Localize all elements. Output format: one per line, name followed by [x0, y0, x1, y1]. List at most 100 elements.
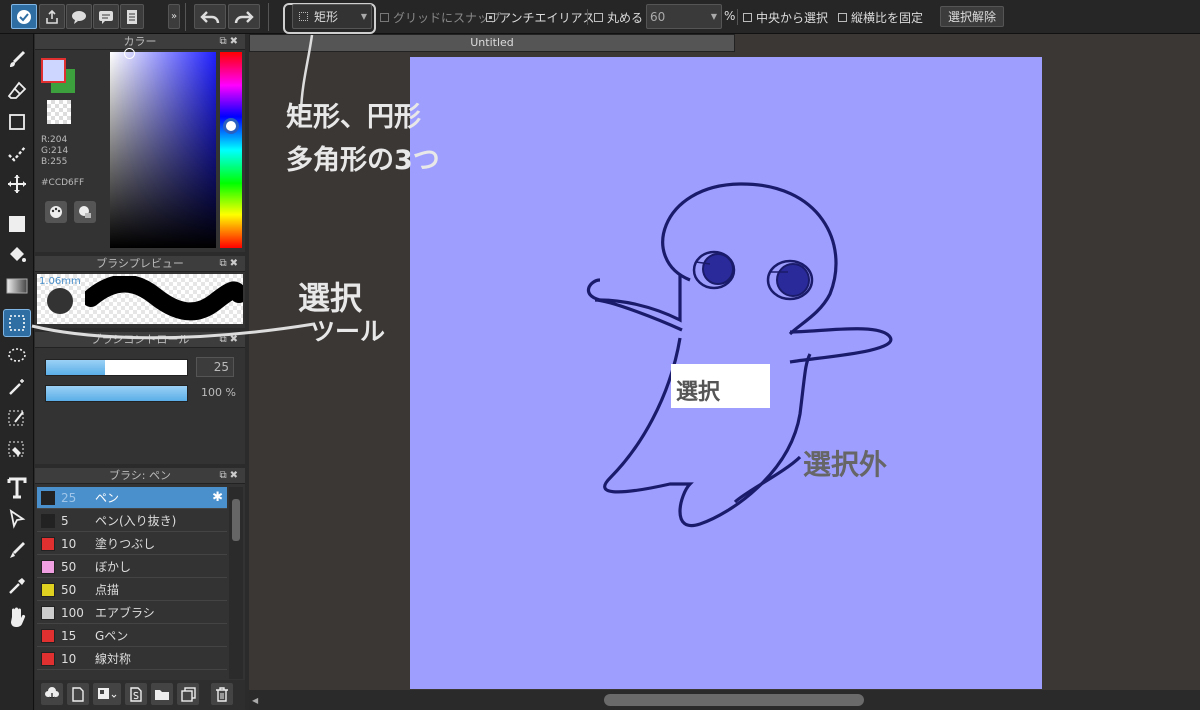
- transparent-color-swatch[interactable]: [47, 100, 71, 124]
- eyedropper-tool-icon[interactable]: [3, 572, 31, 600]
- brush-list-item[interactable]: 5 ペン(入り抜き): [37, 510, 227, 532]
- brush-color-swatch: [41, 628, 55, 643]
- right-eye-pupil: [776, 263, 810, 297]
- new-brush-icon[interactable]: [67, 683, 89, 705]
- sv-picker-cursor[interactable]: [124, 48, 135, 59]
- round-checkbox[interactable]: [594, 13, 603, 22]
- deselect-button[interactable]: 選択解除: [940, 6, 1004, 27]
- antialias-option[interactable]: アンチエイリアス: [486, 9, 595, 26]
- outside-selection-label: 選択外: [803, 448, 888, 481]
- dot-line-tool-icon[interactable]: [3, 139, 31, 167]
- brush-size-label: 1.06mm: [39, 276, 81, 287]
- brush-list-item[interactable]: 15 Gペン: [37, 625, 227, 647]
- text-tool-icon[interactable]: [3, 474, 31, 502]
- toolbar-divider: [185, 3, 186, 31]
- comment-icon[interactable]: [66, 4, 92, 29]
- color-panel: カラー ⧉✖ R:204 G:214 B:255 #CCD6FF: [35, 34, 245, 252]
- redo-icon[interactable]: [228, 4, 260, 29]
- fix-aspect-checkbox[interactable]: [838, 13, 847, 22]
- share-icon[interactable]: [39, 4, 65, 29]
- hue-slider[interactable]: [220, 52, 242, 248]
- foreground-color-swatch[interactable]: [41, 58, 66, 83]
- snap-grid-option[interactable]: グリッドにスナップ: [380, 9, 501, 26]
- brush-list-item[interactable]: 100 エアブラシ: [37, 602, 227, 624]
- document-icon[interactable]: [120, 4, 144, 29]
- color-panel-title: カラー: [123, 35, 157, 48]
- select-eraser-tool-icon[interactable]: [3, 435, 31, 463]
- select-pen-tool-icon[interactable]: [3, 404, 31, 432]
- round-option[interactable]: 丸める: [594, 9, 643, 26]
- hand-tool-icon[interactable]: [3, 603, 31, 631]
- brush-list-item[interactable]: 10 線対称: [37, 648, 227, 670]
- move-tool-icon[interactable]: [3, 170, 31, 198]
- antialias-checkbox[interactable]: [486, 13, 495, 22]
- green-value: G:214: [41, 146, 69, 156]
- deselect-label: 選択解除: [947, 10, 996, 24]
- brush-size: 5: [61, 513, 69, 528]
- brush-size-fill: [46, 360, 106, 375]
- shapes-annotation-line1: 矩形、円形: [286, 102, 421, 133]
- check-icon[interactable]: [11, 4, 37, 29]
- rectangle-tool-icon[interactable]: [3, 108, 31, 136]
- undo-icon[interactable]: [194, 4, 226, 29]
- fix-aspect-option[interactable]: 縦横比を固定: [838, 9, 923, 26]
- document-tab[interactable]: Untitled: [249, 34, 735, 52]
- snap-grid-label: グリッドにスナップ: [393, 11, 502, 25]
- select-from-center-option[interactable]: 中央から選択: [743, 9, 828, 26]
- brush-size-slider[interactable]: [45, 359, 188, 376]
- horizontal-scrollbar-thumb[interactable]: [604, 694, 864, 706]
- brush-tool-icon[interactable]: [3, 46, 31, 74]
- expand-icon[interactable]: »: [168, 4, 180, 29]
- lasso-tool-icon[interactable]: [3, 342, 31, 370]
- trash-icon[interactable]: [211, 683, 233, 705]
- message-icon[interactable]: [93, 4, 119, 29]
- select-tool-icon[interactable]: [3, 309, 31, 337]
- brush-list-item[interactable]: 25 ペン ✱: [37, 487, 227, 509]
- rgb-readout: R:204 G:214 B:255: [41, 135, 68, 168]
- scroll-left-icon[interactable]: ◀: [252, 696, 258, 705]
- left-eye-pupil: [702, 253, 734, 285]
- fill-rect-tool-icon[interactable]: [3, 210, 31, 238]
- gradient-tool-icon[interactable]: [3, 272, 31, 300]
- saturation-value-picker[interactable]: [110, 52, 216, 248]
- select-from-center-checkbox[interactable]: [743, 13, 752, 22]
- brush-opacity-value: 100 %: [201, 386, 236, 399]
- round-value-input[interactable]: 60 ▼: [646, 4, 722, 29]
- palette-add-icon[interactable]: [74, 201, 96, 223]
- color-panel-header: カラー ⧉✖: [35, 34, 245, 50]
- brush-list-item[interactable]: 50 ぼかし: [37, 556, 227, 578]
- brush-list-item[interactable]: 50 点描: [37, 579, 227, 601]
- operation-tool-icon[interactable]: [3, 505, 31, 533]
- antialias-label: アンチエイリアス: [499, 11, 595, 25]
- script-brush-icon[interactable]: [125, 683, 147, 705]
- panel-controls-icon[interactable]: ⧉✖: [219, 468, 241, 483]
- panel-controls-icon[interactable]: ⧉✖: [219, 34, 241, 49]
- shape-select-dropdown[interactable]: 矩形 ▼: [292, 4, 372, 29]
- snap-grid-checkbox[interactable]: [380, 13, 389, 22]
- brush-list-item[interactable]: 10 塗りつぶし: [37, 533, 227, 555]
- duplicate-icon[interactable]: [177, 683, 199, 705]
- brush-list-scrollbar[interactable]: [229, 487, 243, 679]
- magic-wand-tool-icon[interactable]: [3, 373, 31, 401]
- hue-slider-handle[interactable]: [223, 118, 239, 134]
- brush-size: 50: [61, 559, 77, 574]
- shapes-annotation-line2: 多角形の3つ: [286, 145, 440, 176]
- brush-opacity-slider[interactable]: [45, 385, 188, 402]
- toolbar-divider: [737, 9, 738, 25]
- brush-size-value[interactable]: 25: [196, 357, 234, 377]
- cloud-download-icon[interactable]: [41, 683, 63, 705]
- panel-controls-icon[interactable]: ⧉✖: [219, 256, 241, 271]
- pen-edit-tool-icon[interactable]: [3, 536, 31, 564]
- eraser-tool-icon[interactable]: [3, 77, 31, 105]
- brush-settings-gear-icon[interactable]: ✱: [212, 490, 223, 505]
- brush-size: 25: [61, 490, 77, 505]
- brush-control-panel: ブラシコントロール ⧉✖ 25 100 %: [35, 332, 245, 464]
- horizontal-scrollbar[interactable]: ◀: [249, 690, 1200, 710]
- folder-icon[interactable]: [151, 683, 173, 705]
- brush-type-icon[interactable]: [93, 683, 121, 705]
- bucket-tool-icon[interactable]: [3, 241, 31, 269]
- brush-name: ぼかし: [95, 560, 132, 574]
- scrollbar-thumb[interactable]: [232, 499, 240, 541]
- palette-icon[interactable]: [45, 201, 67, 223]
- select-tool-annotation-line2: ツール: [310, 317, 386, 346]
